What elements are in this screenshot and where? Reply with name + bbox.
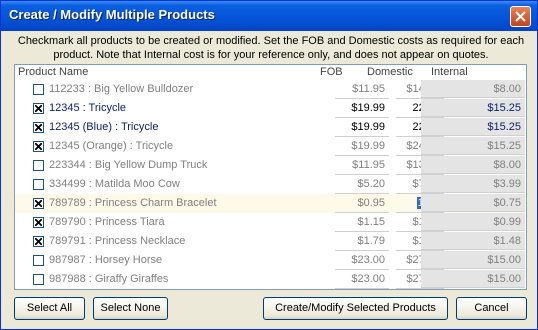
table-row[interactable]: 112233 : Big Yellow Bulldozer$11.95$14.1… <box>15 80 526 99</box>
row-checkbox[interactable] <box>33 122 44 133</box>
table-row[interactable]: 334499 : Matilda Moo Cow$5.20$7.45$3.99 <box>15 175 526 194</box>
fob-cell[interactable]: $5.20 <box>335 175 389 194</box>
product-name: 987988 : Giraffy Giraffes <box>49 273 169 285</box>
product-grid: Product Name FOB Domestic Internal 11223… <box>14 64 527 290</box>
table-row[interactable]: 12345 (Blue) : Tricycle$19.9922.00$15.25 <box>15 118 526 137</box>
internal-cell: $15.25 <box>421 99 525 117</box>
internal-cell: $15.00 <box>421 270 525 288</box>
dialog-window: Create / Modify Multiple Products Checkm… <box>0 0 538 330</box>
select-none-button[interactable]: Select None <box>93 297 168 320</box>
title-bar[interactable]: Create / Modify Multiple Products <box>1 1 537 31</box>
row-checkbox[interactable] <box>33 255 44 266</box>
fob-cell[interactable]: $19.99 <box>335 118 389 137</box>
table-row[interactable]: 789789 : Princess Charm Bracelet$0.951.1… <box>15 194 526 213</box>
table-row[interactable]: 789791 : Princess Necklace$1.79$1.90$1.4… <box>15 232 526 251</box>
fob-cell[interactable]: $1.15 <box>335 213 389 232</box>
table-row[interactable]: 12345 (Orange) : Tricycle$19.99$24.99$15… <box>15 137 526 156</box>
product-name: 987987 : Horsey Horse <box>49 254 163 266</box>
close-button[interactable] <box>510 6 531 27</box>
fob-cell[interactable]: $11.95 <box>335 156 389 175</box>
row-checkbox[interactable] <box>33 198 44 209</box>
instructions-text: Checkmark all products to be created or … <box>17 35 525 61</box>
cancel-button[interactable]: Cancel <box>456 297 527 320</box>
internal-cell: $8.00 <box>421 156 525 174</box>
table-row[interactable]: 12345 : Tricycle$19.9922.00$15.25 <box>15 99 526 118</box>
row-checkbox[interactable] <box>33 103 44 114</box>
window-title: Create / Modify Multiple Products <box>9 7 215 22</box>
internal-cell: $8.00 <box>421 80 525 98</box>
column-header-internal[interactable]: Internal <box>431 66 468 78</box>
product-name: 789790 : Princess Tiara <box>49 216 165 228</box>
row-checkbox[interactable] <box>33 236 44 247</box>
product-name: 12345 (Blue) : Tricycle <box>49 121 159 133</box>
grid-header: Product Name FOB Domestic Internal <box>15 65 526 81</box>
table-row[interactable]: 223344 : Big Yellow Dump Truck$11.95$13.… <box>15 156 526 175</box>
internal-cell: $0.99 <box>421 213 525 231</box>
product-name: 12345 : Tricycle <box>49 102 127 114</box>
internal-cell: $0.75 <box>421 194 525 212</box>
fob-cell[interactable]: $11.95 <box>335 80 389 99</box>
product-name: 12345 (Orange) : Tricycle <box>49 140 174 152</box>
select-all-button[interactable]: Select All <box>14 297 85 320</box>
row-checkbox[interactable] <box>33 84 44 95</box>
product-name: 789791 : Princess Necklace <box>49 235 186 247</box>
product-name: 223344 : Big Yellow Dump Truck <box>49 159 208 171</box>
column-header-fob[interactable]: FOB <box>320 66 343 78</box>
internal-cell: $1.48 <box>421 232 525 250</box>
fob-cell[interactable]: $0.95 <box>335 194 389 213</box>
row-checkbox[interactable] <box>33 141 44 152</box>
internal-cell: $15.00 <box>421 251 525 269</box>
create-modify-button[interactable]: Create/Modify Selected Products <box>263 297 448 320</box>
fob-cell[interactable]: $1.79 <box>335 232 389 251</box>
table-row[interactable]: 987988 : Giraffy Giraffes$23.00$27.00$15… <box>15 270 526 289</box>
product-name: 789789 : Princess Charm Bracelet <box>49 197 217 209</box>
table-row[interactable]: 789790 : Princess Tiara$1.15$1.35$0.99 <box>15 213 526 232</box>
table-row[interactable]: 987987 : Horsey Horse$23.00$27.00$15.00 <box>15 251 526 270</box>
close-icon <box>515 11 526 22</box>
fob-cell[interactable]: $23.00 <box>335 251 389 270</box>
row-checkbox[interactable] <box>33 274 44 285</box>
product-name: 334499 : Matilda Moo Cow <box>49 178 180 190</box>
internal-cell: $3.99 <box>421 175 525 193</box>
internal-cell: $15.25 <box>421 118 525 136</box>
fob-cell[interactable]: $19.99 <box>335 99 389 118</box>
row-checkbox[interactable] <box>33 160 44 171</box>
product-name: 112233 : Big Yellow Bulldozer <box>49 83 194 95</box>
column-header-name[interactable]: Product Name <box>18 66 88 78</box>
internal-cell: $15.25 <box>421 137 525 155</box>
fob-cell[interactable]: $23.00 <box>335 270 389 289</box>
column-header-domestic[interactable]: Domestic <box>367 66 413 78</box>
row-checkbox[interactable] <box>33 217 44 228</box>
row-checkbox[interactable] <box>33 179 44 190</box>
fob-cell[interactable]: $19.99 <box>335 137 389 156</box>
